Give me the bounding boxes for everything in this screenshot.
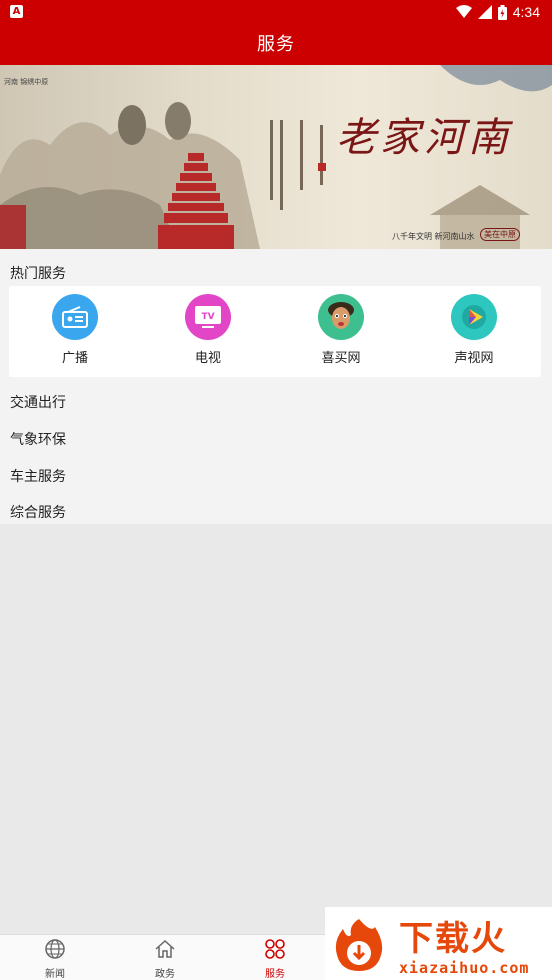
banner-calligraphy: 老家河南 (336, 115, 512, 161)
nav-services[interactable]: 服务 (245, 938, 305, 980)
mascot-icon (318, 294, 364, 340)
section-general[interactable]: 综合服务 (10, 502, 66, 522)
service-radio[interactable]: 广播 (25, 294, 125, 366)
service-tv[interactable]: TV 电视 (158, 294, 258, 366)
globe-icon (45, 939, 65, 959)
hot-services-title: 热门服务 (10, 266, 66, 282)
play-icon (451, 294, 497, 340)
services-icon (265, 939, 285, 959)
hot-services-card: 广播 TV 电视 喜买网 声视网 (9, 286, 541, 377)
nav-news[interactable]: 新闻 (25, 938, 85, 980)
service-shengshi[interactable]: 声视网 (424, 294, 524, 366)
section-transport[interactable]: 交通出行 (10, 392, 66, 412)
section-weather[interactable]: 气象环保 (10, 429, 66, 449)
nav-label: 服务 (265, 969, 285, 980)
banner-stamp: 美在中原 (480, 228, 520, 241)
status-icons: 4:34 (455, 3, 540, 21)
nav-label: 政务 (155, 969, 175, 980)
empty-area (0, 524, 552, 934)
svg-text:TV: TV (201, 312, 214, 322)
service-label: 喜买网 (321, 351, 361, 366)
service-label: 广播 (61, 351, 88, 366)
flame-logo-icon (335, 919, 383, 971)
service-label: 声视网 (454, 351, 494, 366)
watermark: 下载火 xiazaihuo.com (325, 907, 552, 980)
home-icon (155, 939, 175, 958)
banner-corner-text: 河南 锦绣中原 (4, 78, 49, 86)
watermark-text: 下载火 (399, 919, 507, 959)
signal-icon (477, 5, 492, 19)
nav-label: 新闻 (45, 969, 65, 980)
service-ximai[interactable]: 喜买网 (291, 294, 391, 366)
nav-government[interactable]: 政务 (135, 938, 195, 980)
page-title: 服务 (257, 34, 295, 55)
app-header: 服务 (0, 24, 552, 65)
status-bar: A 4:34 (0, 0, 552, 24)
banner-image[interactable]: 河南 锦绣中原 老家河南 八千年文明 新河南山水 美在中原 (0, 65, 552, 249)
clock: 4:34 (512, 4, 540, 20)
banner-subtitle: 八千年文明 新河南山水 (392, 232, 475, 241)
section-car-owner[interactable]: 车主服务 (10, 466, 66, 486)
notification-icon: A (10, 5, 23, 18)
wifi-icon (455, 5, 472, 18)
radio-icon (52, 294, 98, 340)
battery-icon (497, 4, 507, 20)
watermark-url: xiazaihuo.com (399, 959, 530, 977)
tv-icon: TV (185, 294, 231, 340)
service-label: 电视 (194, 351, 221, 366)
